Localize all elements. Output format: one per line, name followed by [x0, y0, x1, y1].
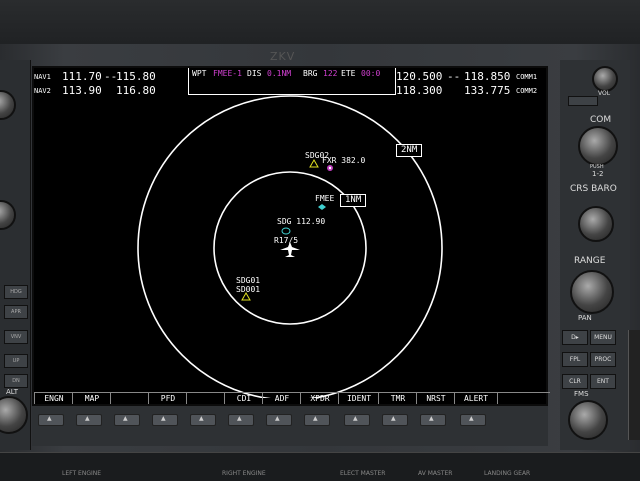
brand-logo: ZKV: [270, 50, 296, 63]
range-label: RANGE: [574, 256, 606, 266]
com-label: COM: [590, 115, 612, 125]
left-control-panel: HDG APR VNV UP DN ALT: [0, 60, 31, 450]
range-pan-knob[interactable]: [570, 270, 614, 314]
fmee-label: FMEE: [315, 194, 335, 203]
softkey-button-8[interactable]: [304, 414, 330, 426]
softkey-button-7[interactable]: [266, 414, 292, 426]
vol-knob[interactable]: [592, 66, 618, 92]
pan-label: PAN: [578, 314, 592, 322]
sdg02-waypoint-icon: [309, 158, 319, 168]
softkey-bar: ENGN MAP PFD CDI ADF XPDR IDENT TMR NRST…: [34, 392, 550, 404]
softkey-button-1[interactable]: [38, 414, 64, 426]
nose-dn-button[interactable]: DN: [4, 374, 28, 388]
softkey-map[interactable]: MAP: [72, 393, 111, 404]
left-knob-mid[interactable]: [0, 200, 16, 230]
alt-knob[interactable]: [0, 396, 28, 434]
com-1-2-label: 1-2: [592, 170, 604, 178]
softkey-tmr[interactable]: TMR: [378, 393, 417, 404]
softkey-xpdr[interactable]: XPDR: [300, 393, 339, 404]
sd001-label: SD001: [236, 285, 261, 294]
crs-baro-knob[interactable]: [578, 206, 614, 242]
proc-button[interactable]: PROC: [590, 352, 616, 367]
nose-up-button[interactable]: UP: [4, 354, 28, 368]
vnv-button[interactable]: VNV: [4, 330, 28, 344]
right-control-panel: VOL COM PUSH 1-2 CRS BARO RANGE PAN D▸ M…: [560, 60, 630, 450]
fxr-label: FXR 382.0: [322, 156, 366, 165]
range-label-2nm: 2NM: [396, 144, 423, 157]
softkey-adf[interactable]: ADF: [262, 393, 301, 404]
sdg-vor-icon: [281, 227, 291, 235]
elect-master-label: ELECT MASTER: [340, 470, 386, 477]
adjacent-display-edge: [628, 330, 640, 440]
landing-gear-label: LANDING GEAR: [484, 470, 531, 477]
range-label-1nm: 1NM: [340, 194, 367, 207]
softkey-blank-2[interactable]: [186, 393, 225, 404]
sdg01-label: SDG01: [236, 276, 261, 285]
left-engine-label: LEFT ENGINE: [62, 470, 102, 477]
softkey-button-10[interactable]: [382, 414, 408, 426]
softkey-blank-1[interactable]: [110, 393, 149, 404]
softkey-button-3[interactable]: [114, 414, 140, 426]
ent-button[interactable]: ENT: [590, 374, 616, 389]
apr-button[interactable]: APR: [4, 305, 28, 319]
crs-baro-label: CRS BARO: [570, 184, 617, 194]
fxr-ndb-center-icon: [328, 166, 332, 170]
direct-to-button[interactable]: D▸: [562, 330, 588, 345]
softkey-button-9[interactable]: [344, 414, 370, 426]
moving-map[interactable]: [34, 68, 546, 398]
softkey-engn[interactable]: ENGN: [34, 393, 73, 404]
softkey-button-12[interactable]: [460, 414, 486, 426]
hdg-button[interactable]: HDG: [4, 285, 28, 299]
right-engine-label: RIGHT ENGINE: [222, 470, 266, 477]
softkey-alert[interactable]: ALERT: [454, 393, 498, 404]
softkey-button-5[interactable]: [190, 414, 216, 426]
top-bezel: [0, 0, 640, 48]
fms-knob[interactable]: [568, 400, 608, 440]
menu-button[interactable]: MENU: [590, 330, 616, 345]
left-knob-top[interactable]: [0, 90, 16, 120]
softkey-button-11[interactable]: [420, 414, 446, 426]
av-master-label: AV MASTER: [418, 470, 453, 477]
runway-label: R17/5: [274, 236, 299, 245]
vol-label: VOL: [598, 90, 611, 97]
alt-label: ALT: [6, 388, 19, 396]
softkey-button-row: [32, 406, 548, 446]
swap-button[interactable]: [568, 96, 598, 106]
softkey-button-2[interactable]: [76, 414, 102, 426]
softkey-nrst[interactable]: NRST: [416, 393, 455, 404]
sdg-vor-label: SDG 112.90: [277, 217, 326, 226]
fmee-airport-icon: [318, 204, 326, 210]
softkey-pfd[interactable]: PFD: [148, 393, 187, 404]
sdg01-waypoint-icon: [241, 291, 251, 301]
clr-button[interactable]: CLR: [562, 374, 588, 389]
softkey-button-4[interactable]: [152, 414, 178, 426]
mfd-screen: NAV1 111.70 -- 115.80 NAV2 113.90 116.80…: [32, 66, 550, 406]
softkey-cdi[interactable]: CDI: [224, 393, 263, 404]
softkey-ident[interactable]: IDENT: [338, 393, 379, 404]
fpl-button[interactable]: FPL: [562, 352, 588, 367]
com-knob[interactable]: [578, 126, 618, 166]
softkey-button-6[interactable]: [228, 414, 254, 426]
fms-label: FMS: [574, 390, 589, 398]
